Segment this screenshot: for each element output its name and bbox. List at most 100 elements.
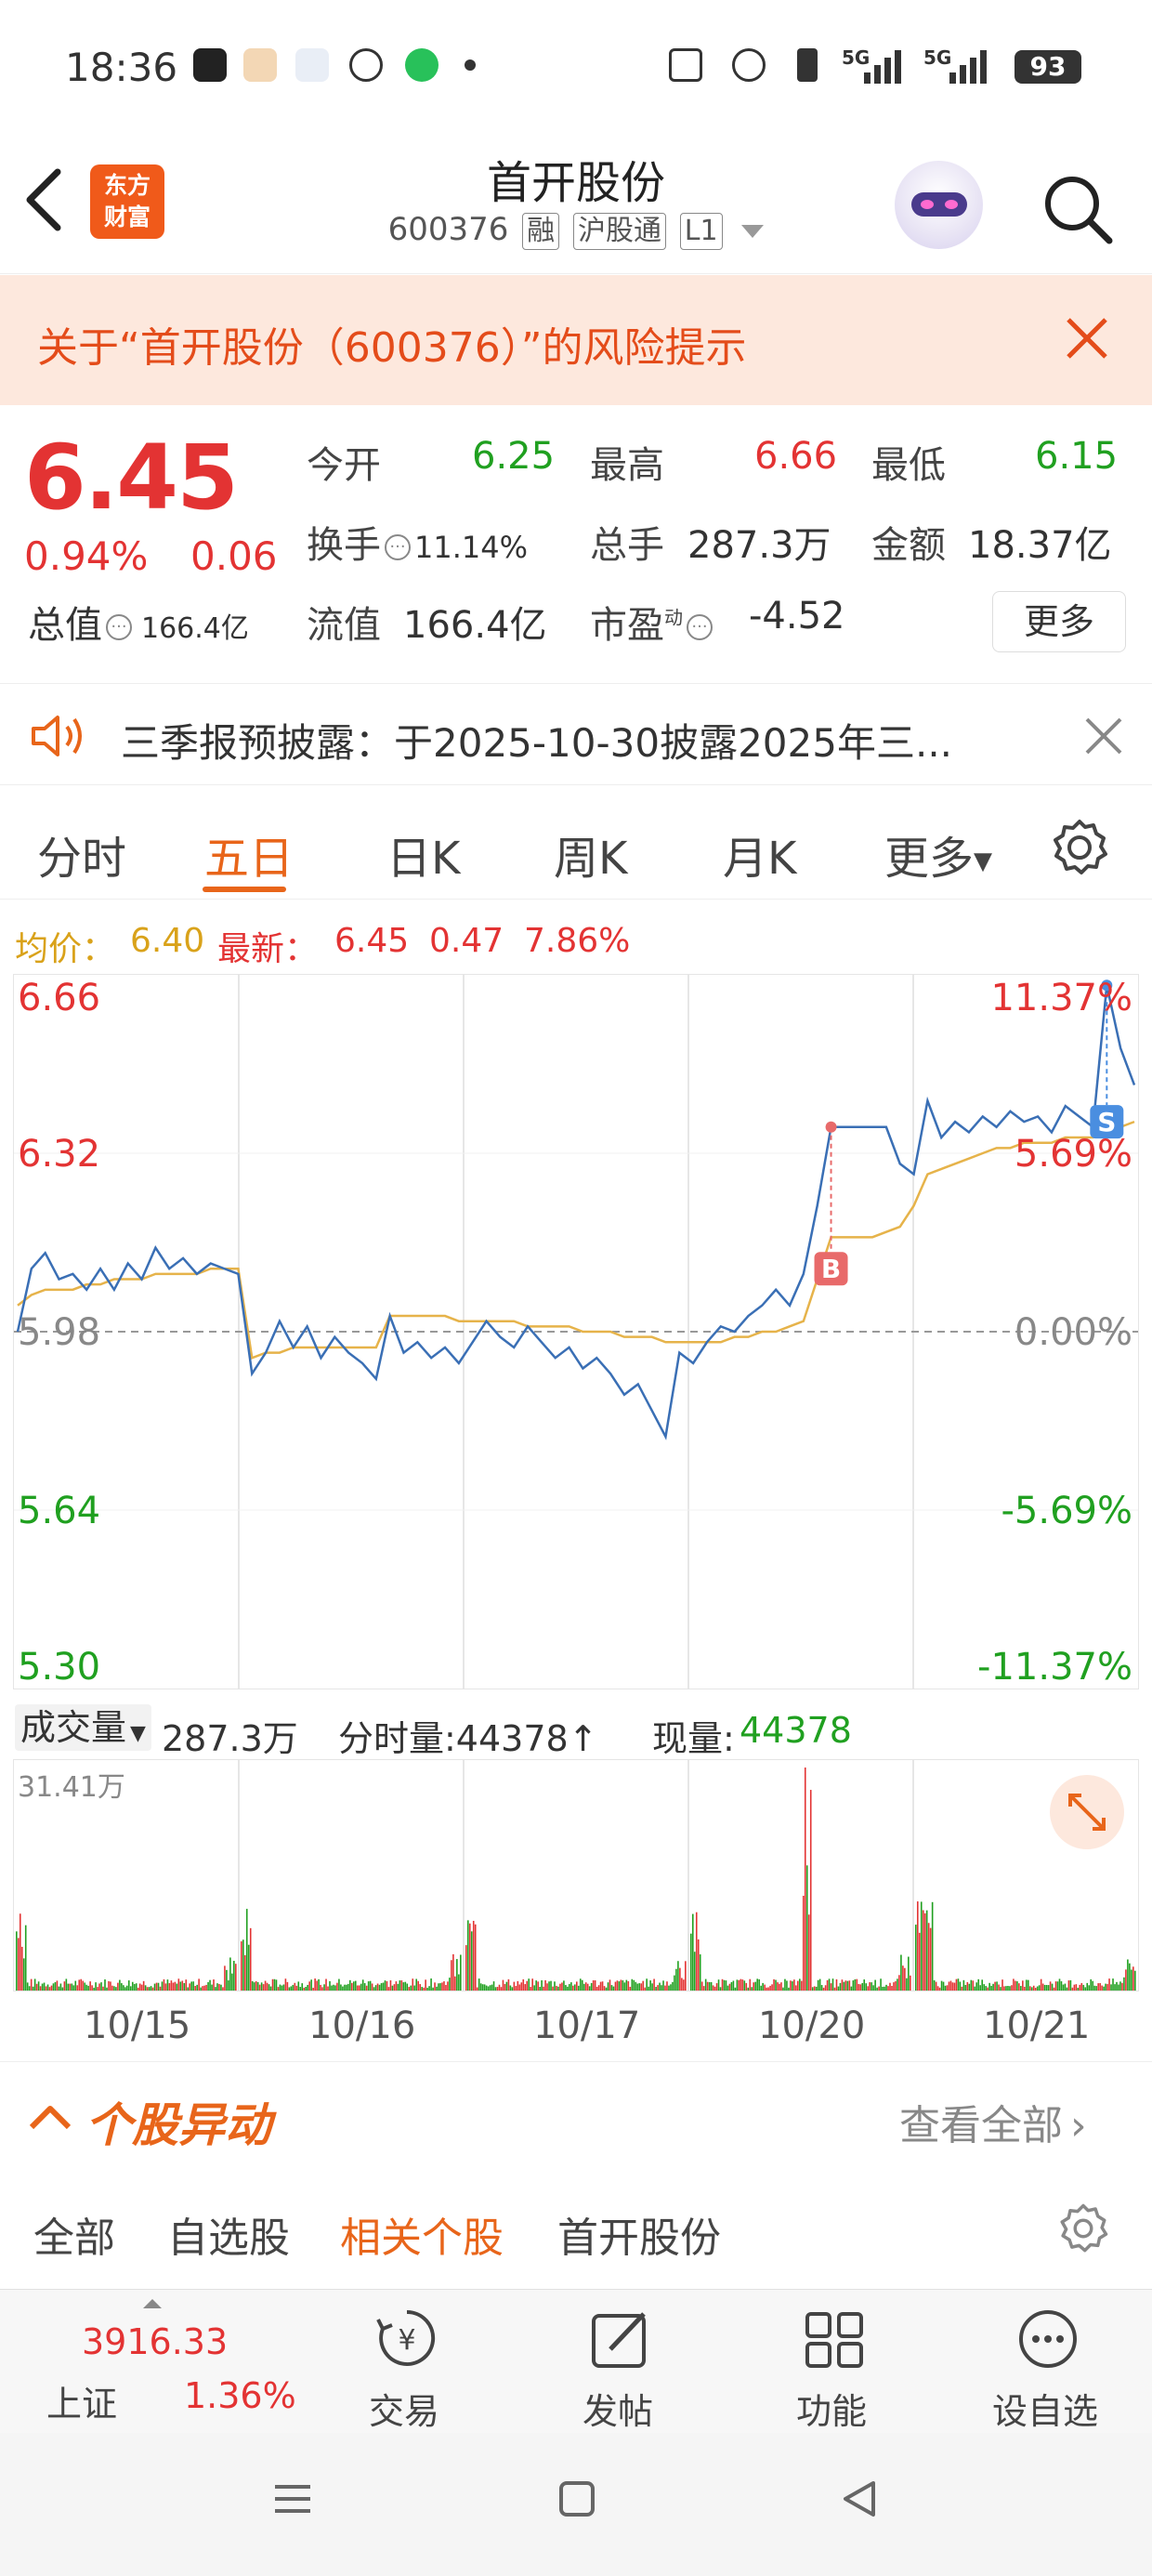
volume-bar <box>830 1983 832 1991</box>
search-icon[interactable] <box>1041 172 1115 246</box>
volume-bar <box>456 1959 458 1991</box>
tab-intraday[interactable]: 分时 <box>37 821 126 887</box>
volume-bar <box>760 1985 762 1991</box>
pe-label[interactable]: 市盈动 ··· <box>590 595 716 649</box>
volume-bar <box>279 1984 281 1991</box>
volume-bar <box>764 1984 766 1991</box>
filter-all[interactable]: 全部 <box>33 2204 115 2264</box>
tab-more[interactable]: 更多▼ <box>884 821 992 887</box>
volume-bar <box>583 1983 585 1991</box>
nav-functions[interactable]: 功能 <box>748 2290 915 2434</box>
volume-bar <box>33 1978 36 1991</box>
volume-chart[interactable]: 31.41万 <box>13 1759 1139 1991</box>
volume-bar <box>189 1983 191 1991</box>
volume-bar <box>1086 1982 1089 1991</box>
volume-bar <box>187 1987 190 1991</box>
volume-indicator-select[interactable]: 成交量 ▼ <box>15 1704 151 1751</box>
close-icon[interactable] <box>1061 312 1113 364</box>
five-day-price-chart[interactable]: B S 6.66 11.37% 6.32 5.69% 5.98 0.00% 5.64 -5.69%… <box>13 974 1139 1689</box>
volume-bar <box>87 1985 89 1991</box>
volume-bar <box>200 1987 202 1991</box>
tab-five-day[interactable]: 五日 <box>204 821 294 887</box>
volume-bar <box>1018 1983 1020 1991</box>
volume-bar <box>537 1981 539 1991</box>
volume-bar <box>48 1987 51 1991</box>
expand-chart-button[interactable] <box>1050 1775 1124 1849</box>
quote-panel: 6.45 0.94% 0.06 总值 ··· 166.4亿 今开 6.25 最高 6… <box>0 405 1152 675</box>
percent-tick-label: 11.37% <box>990 977 1132 1019</box>
date-tick: 10/21 <box>983 2004 1091 2047</box>
volume-value: 287.3万 <box>687 524 831 567</box>
dropdown-caret-icon: ▼ <box>130 1722 146 1745</box>
risk-warning-banner[interactable]: 关于“首开股份（600376）”的风险提示 <box>0 275 1152 405</box>
volume-bar <box>1053 1987 1055 1991</box>
volume-bar <box>1121 1982 1123 1991</box>
date-tick: 10/16 <box>308 2004 416 2047</box>
volume-bar <box>933 1979 936 1991</box>
pe-dynamic-mark: 动 <box>664 606 683 629</box>
volume-bar <box>887 1986 889 1991</box>
filter-related[interactable]: 相关个股 <box>340 2204 504 2264</box>
float-cap-value: 166.4亿 <box>403 604 547 647</box>
volume-bar <box>972 1980 975 1991</box>
volume-bar <box>1016 1981 1018 1991</box>
volume-bar <box>824 1985 827 1991</box>
tab-weekly-k[interactable]: 周K <box>554 821 627 887</box>
volume-bar <box>373 1987 375 1991</box>
volume-bar <box>732 1980 735 1991</box>
volume-bar <box>52 1983 55 1991</box>
volume-bar <box>592 1979 595 1991</box>
volume-bar <box>586 1983 589 1991</box>
volume-bar <box>931 1901 934 1991</box>
volume-bar <box>955 1978 958 1991</box>
volume-bar <box>224 1965 226 1991</box>
volume-bar <box>929 1927 932 1991</box>
close-icon[interactable] <box>1083 716 1124 756</box>
turnover-label[interactable]: 换手 ··· 11.14% <box>307 515 528 569</box>
volume-bar <box>220 1984 222 1991</box>
volume-bar <box>817 1979 819 1991</box>
volume-bar <box>509 1985 512 1991</box>
pe-value: -4.52 <box>749 595 845 637</box>
date-tick: 10/15 <box>84 2004 191 2047</box>
nav-post[interactable]: 发帖 <box>534 2290 701 2434</box>
volume-bar <box>648 1986 649 1991</box>
volume-bar <box>346 1984 347 1991</box>
volume-bar <box>39 1986 42 1991</box>
notice-bar[interactable]: 三季报预披露：于2025-10-30披露2025年三... <box>0 683 1152 785</box>
filter-this-stock[interactable]: 首开股份 <box>557 2204 721 2264</box>
nav-add-watchlist[interactable]: 设自选 <box>962 2290 1129 2434</box>
volume-bar <box>661 1985 662 1991</box>
more-button[interactable]: 更多 <box>992 591 1126 652</box>
volume-bar <box>129 1986 132 1991</box>
volume-bar <box>308 1981 310 1991</box>
volume-bar <box>530 1987 532 1991</box>
volume-bar <box>1060 1981 1063 1991</box>
volume-bar <box>524 1984 527 1991</box>
volume-bar <box>1049 1981 1052 1991</box>
volume-chart-svg <box>16 1760 1136 1991</box>
volume-bar <box>78 1979 81 1991</box>
collapse-icon[interactable] <box>28 2103 72 2131</box>
volume-bar <box>852 1980 855 1991</box>
market-cap[interactable]: 总值 ··· 166.4亿 <box>28 595 249 649</box>
back-icon[interactable] <box>836 2476 883 2522</box>
volume-bar <box>264 1980 267 1991</box>
volume-bar <box>795 1985 797 1991</box>
nav-trade[interactable]: ¥ 交易 <box>321 2290 488 2434</box>
filter-watchlist[interactable]: 自选股 <box>167 2204 290 2264</box>
home-icon[interactable] <box>554 2476 600 2522</box>
tab-monthly-k[interactable]: 月K <box>723 821 796 887</box>
gear-icon[interactable] <box>1050 818 1109 877</box>
volume-bar <box>850 1986 853 1991</box>
menu-icon[interactable] <box>269 2476 316 2522</box>
robot-assistant-avatar[interactable] <box>895 161 983 249</box>
chart-tabs: 分时 五日 日K 周K 月K 更多▼ <box>0 788 1152 900</box>
latest-value: 6.45 <box>334 922 410 960</box>
app-notification-icon <box>243 48 277 82</box>
gear-icon[interactable] <box>1057 2202 1109 2254</box>
tab-daily-k[interactable]: 日K <box>386 821 460 887</box>
index-ticker[interactable]: 3916.33 上证 1.36% <box>37 2290 316 2434</box>
view-all-link[interactable]: 查看全部 › <box>899 2092 1087 2151</box>
latest-percent: 7.86% <box>524 922 631 960</box>
